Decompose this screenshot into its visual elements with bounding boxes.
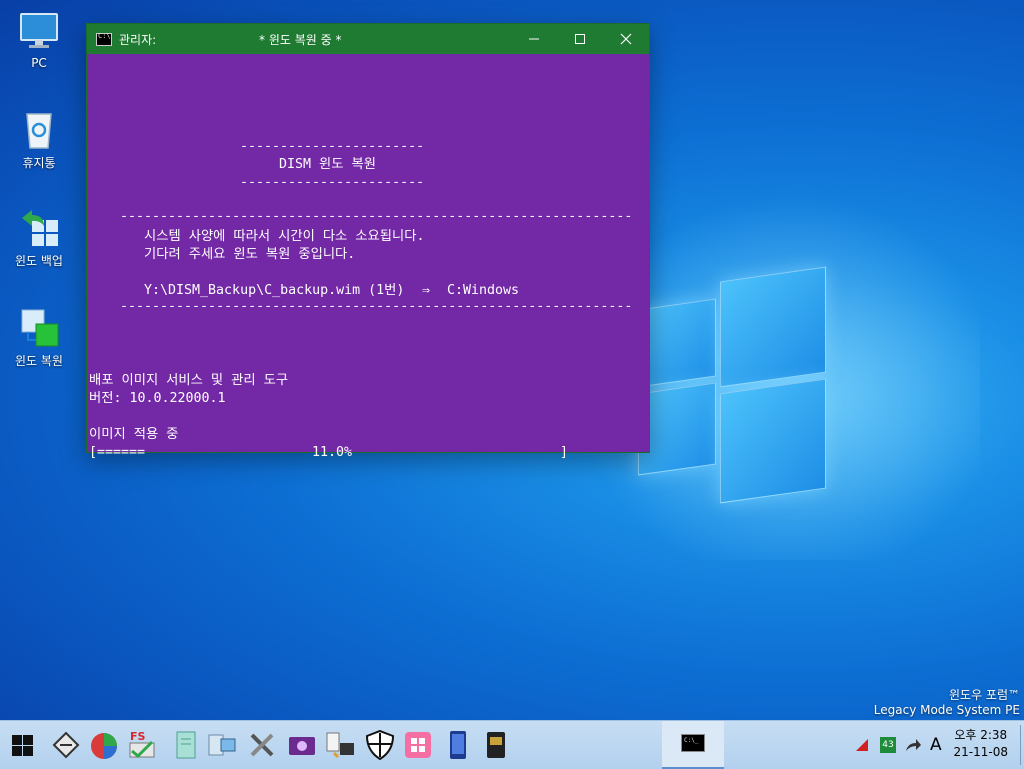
taskbar-document[interactable] [170, 729, 202, 761]
console-rule: ----------------------- [240, 139, 425, 154]
console-rule: ----------------------------------------… [120, 209, 633, 224]
console-progress-percent: 11.0% [312, 445, 353, 460]
file-manager-icon [326, 732, 354, 759]
media-icon [289, 737, 315, 755]
minimize-icon [529, 38, 539, 40]
taskbar-network[interactable] [206, 729, 238, 761]
taskbar-clock[interactable]: 오후 2:38 21-11-08 [954, 727, 1008, 761]
maximize-icon [575, 34, 585, 44]
desktop-icon-label: 윈도 백업 [15, 254, 63, 268]
console-message: 시스템 사양에 따라서 시간이 다소 소요됩니다. [144, 229, 425, 244]
taskbar: FS C:\_ 43 A 오후 2:38 21-11-08 [0, 720, 1024, 769]
windows-start-icon [12, 735, 33, 756]
console-message: 기다려 주세요 윈도 복원 중입니다. [144, 247, 356, 262]
tray-badge[interactable]: 43 [880, 737, 896, 753]
pink-app-icon [405, 732, 431, 758]
clock-time: 오후 2:38 [954, 728, 1008, 742]
show-desktop-divider[interactable] [1020, 725, 1021, 765]
taskbar-tools[interactable] [246, 729, 278, 761]
console-version: 버전: 10.0.22000.1 [89, 391, 226, 406]
desktop-icon-windows-backup[interactable]: 윈도 백업 [8, 206, 70, 269]
system-tray: 43 A [854, 721, 942, 769]
taskbar-card[interactable] [480, 729, 512, 761]
svg-text:C:\_: C:\_ [684, 737, 699, 744]
desktop-icon-label: 윈도 복원 [15, 354, 63, 368]
ime-indicator[interactable]: A [930, 735, 942, 755]
console-progress-bar: [====== [89, 445, 146, 460]
taskbar-media[interactable] [286, 729, 318, 761]
window-titlebar[interactable]: 관리자: * 윈도 복원 중 * [87, 24, 649, 54]
network-status-icon[interactable] [854, 737, 872, 753]
taskbar-shield[interactable] [364, 729, 396, 761]
desktop-icon-pc[interactable]: PC [8, 10, 70, 70]
watermark-edition: Legacy Mode System PE [873, 703, 1020, 717]
window-title: * 윈도 복원 중 * [259, 32, 342, 47]
taskbar-fs-tool[interactable]: FS [126, 729, 158, 761]
console-progress-end: ] [560, 445, 569, 460]
window-title-prefix: 관리자: [119, 32, 157, 47]
taskbar-file-manager[interactable] [324, 729, 356, 761]
network-icon [208, 734, 236, 756]
console-icon: C:\_ [681, 734, 705, 752]
maximize-button[interactable] [557, 24, 603, 54]
partition-tool-icon [91, 733, 117, 759]
redirect-arrow-icon[interactable] [904, 737, 922, 753]
console-rule: ----------------------- [240, 175, 425, 190]
svg-text:FS: FS [130, 730, 146, 743]
console-heading: DISM 윈도 복원 [279, 157, 376, 172]
minimize-button[interactable] [511, 24, 557, 54]
phone-icon [450, 731, 466, 759]
console-tool-name: 배포 이미지 서비스 및 관리 도구 [89, 373, 289, 388]
console-output[interactable]: ----------------------- DISM 윈도 복원 -----… [87, 54, 649, 460]
monitor-icon [18, 10, 60, 52]
console-status: 이미지 적용 중 [89, 427, 179, 442]
desktop-icon-recycle-bin[interactable]: 휴지통 [8, 108, 70, 171]
fs-tool-icon: FS [129, 730, 155, 759]
card-icon [487, 732, 505, 758]
desktop-icon-label: 휴지통 [22, 156, 56, 170]
taskbar-pink-app[interactable] [402, 729, 434, 761]
windows-backup-icon [18, 206, 60, 248]
shield-icon [365, 729, 395, 761]
console-app-icon [96, 32, 112, 46]
watermark-forum: 윈도우 포럼™ [948, 688, 1020, 702]
console-window[interactable]: 관리자: * 윈도 복원 중 * -----------------------… [86, 23, 650, 460]
console-rule: ----------------------------------------… [120, 299, 633, 314]
document-icon [176, 731, 196, 759]
desktop-icon-label: PC [31, 56, 47, 70]
start-button[interactable] [8, 733, 34, 759]
close-button[interactable] [603, 24, 649, 54]
taskbar-active-console[interactable]: C:\_ [662, 721, 724, 769]
taskbar-phone[interactable] [442, 729, 474, 761]
taskbar-partition-tool[interactable] [88, 729, 120, 761]
recycle-bin-icon [18, 108, 60, 150]
windows-restore-icon [18, 306, 60, 348]
close-icon [620, 33, 632, 45]
disk-tool-icon [52, 731, 80, 759]
tools-icon [250, 733, 274, 757]
windows-logo-wallpaper [638, 266, 826, 504]
desktop-icon-windows-restore[interactable]: 윈도 복원 [8, 306, 70, 369]
clock-date: 21-11-08 [953, 745, 1008, 759]
taskbar-disk-tool[interactable] [50, 729, 82, 761]
